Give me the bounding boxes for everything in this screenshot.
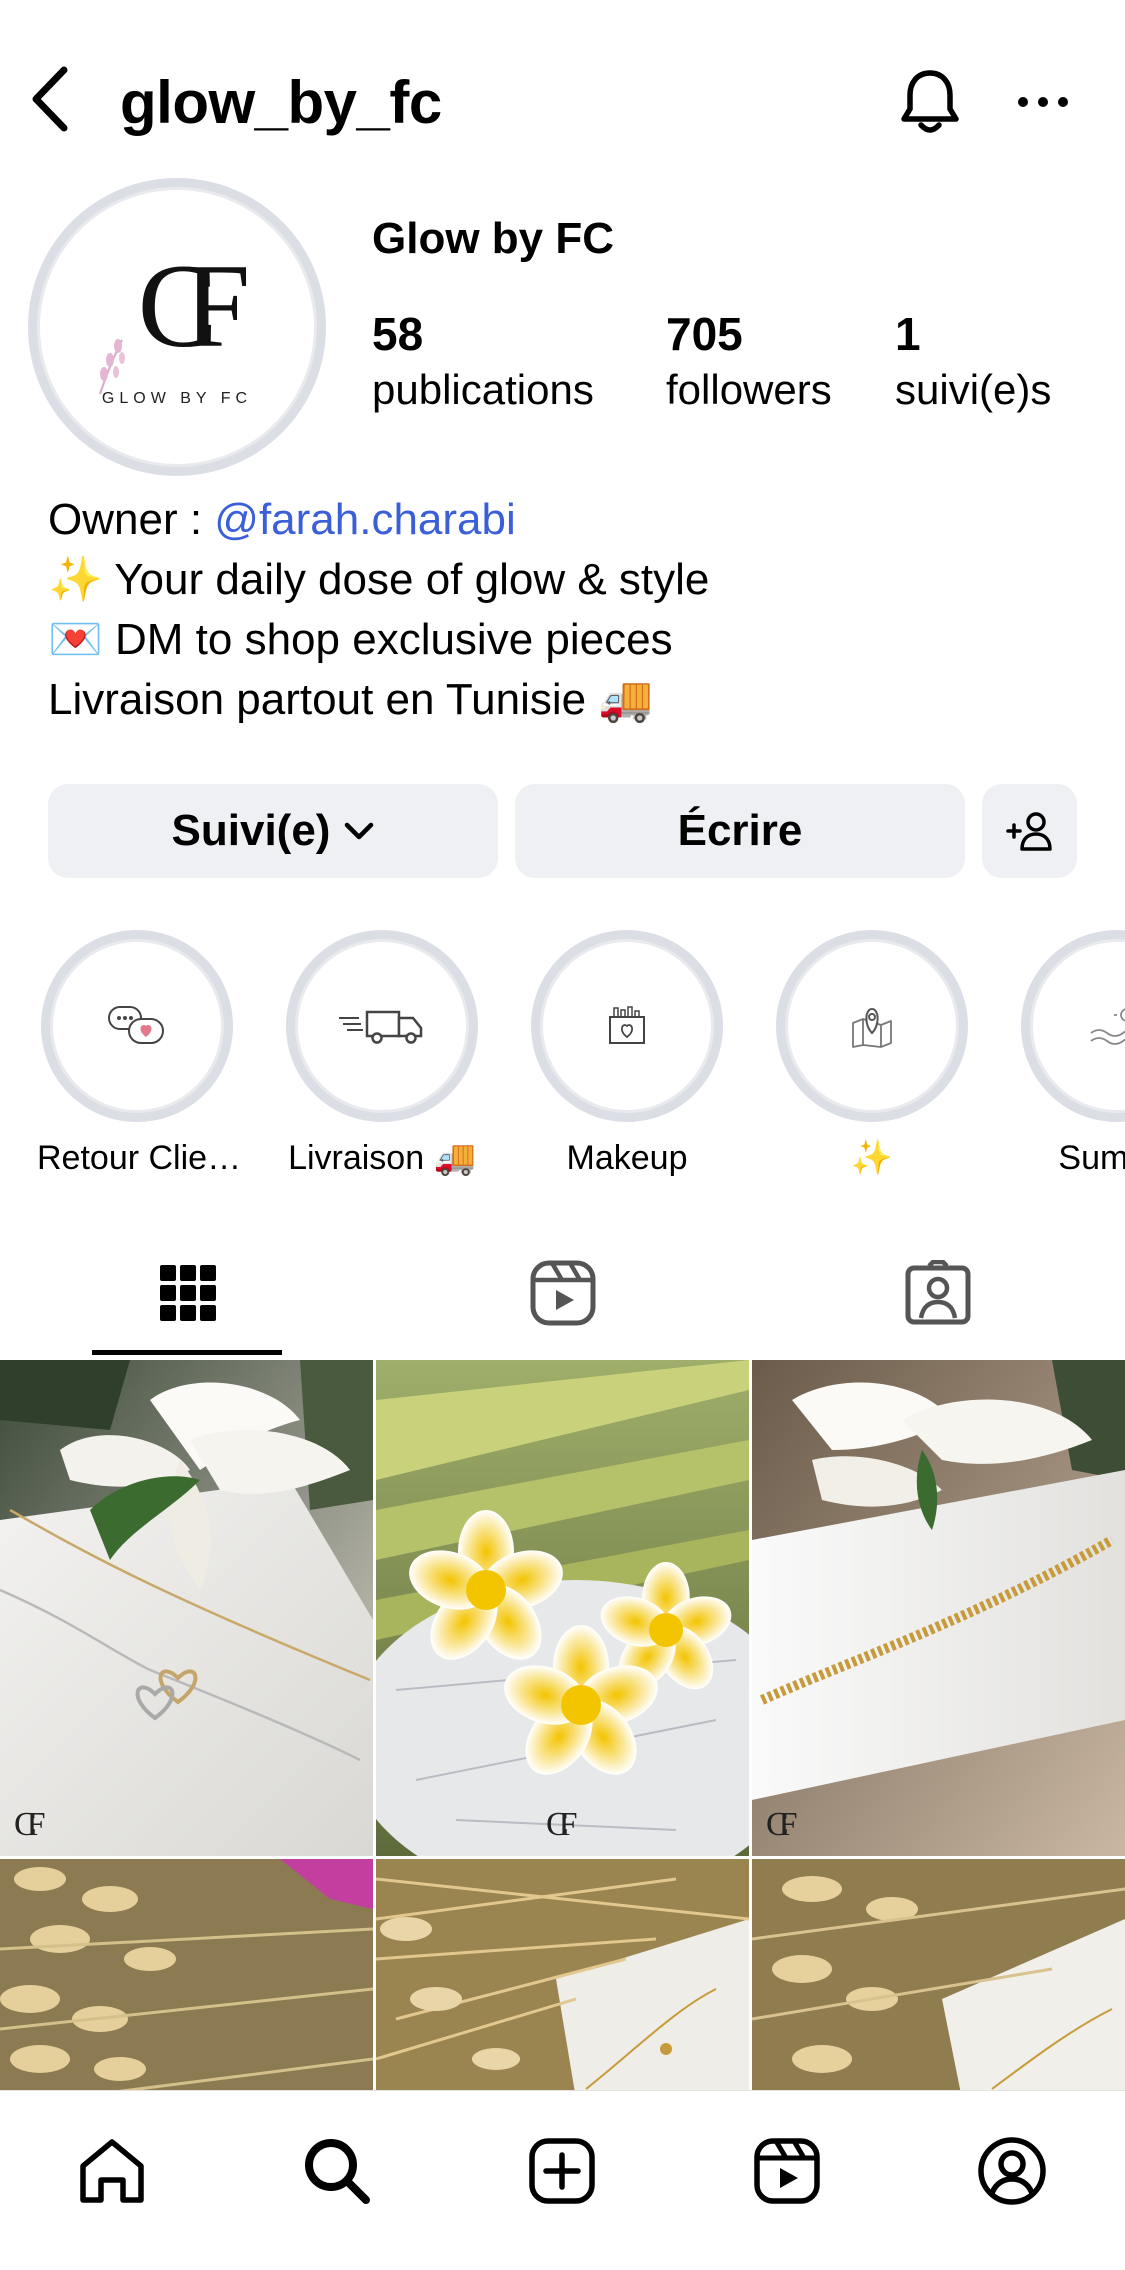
bio-line: 💌 DM to shop exclusive pieces [48, 615, 673, 664]
home-icon [80, 2139, 144, 2203]
followers-count: 705 [666, 308, 743, 360]
highlight-item[interactable]: ✨ [772, 930, 972, 1180]
avatar[interactable]: CF GLOW BY FC [28, 178, 326, 476]
nav-home[interactable] [52, 2121, 172, 2221]
avatar-monogram: CF [137, 239, 251, 372]
tagged-person-icon [905, 1260, 970, 1325]
post-thumbnail[interactable]: CF [0, 1360, 373, 1856]
profile-tabs [0, 1228, 1125, 1358]
back-arrow-icon [32, 66, 68, 132]
post-watermark: CF [14, 1806, 45, 1843]
post-thumbnail[interactable] [0, 1859, 373, 2090]
highlight-label: Livraison 🚚 [288, 1139, 476, 1177]
profile-icon [978, 2137, 1046, 2205]
post-watermark: CF [766, 1806, 797, 1843]
highlight-label: Retour Clie… [37, 1139, 242, 1177]
makeup-box-icon [609, 1006, 645, 1044]
chat-bubbles-heart-icon [108, 1006, 164, 1044]
avatar-brand-text: GLOW BY FC [101, 390, 253, 407]
post-image [0, 1360, 373, 1856]
add-person-icon [1005, 812, 1052, 851]
avatar-image: CF GLOW BY FC [37, 187, 317, 467]
grid-icon [159, 1265, 216, 1321]
post-watermark: CF [546, 1806, 577, 1843]
reels-icon [754, 2138, 820, 2204]
bio-owner-prefix: Owner : [48, 495, 215, 544]
post-image [376, 1360, 749, 1856]
bio-owner-line: Owner : @farah.charabi [48, 490, 709, 550]
highlight-item[interactable]: Summe [1017, 930, 1125, 1180]
chevron-down-icon [344, 821, 374, 841]
stat-following[interactable]: 1 suivi(e)s [895, 306, 1051, 418]
bio-line: ✨ Your daily dose of glow & style [48, 555, 710, 604]
tab-grid[interactable] [0, 1228, 375, 1358]
stat-posts[interactable]: 58 publications [372, 306, 594, 418]
top-bar: glow_by_fc [0, 0, 1125, 190]
following-button-label: Suivi(e) [171, 806, 331, 855]
search-icon [305, 2139, 370, 2204]
bell-icon [901, 70, 959, 133]
highlight-item[interactable]: Retour Clie… [37, 930, 242, 1180]
back-button[interactable] [18, 58, 82, 140]
ellipsis-icon [1018, 97, 1068, 107]
profile-display-name: Glow by FC [372, 214, 614, 263]
stat-followers[interactable]: 705 followers [666, 306, 832, 418]
following-count: 1 [895, 308, 921, 360]
nav-reels[interactable] [727, 2121, 847, 2221]
map-pin-icon [852, 1007, 892, 1048]
post-image [752, 1859, 1125, 2090]
tab-tagged[interactable] [750, 1228, 1125, 1358]
following-label: suivi(e)s [895, 366, 1052, 413]
post-image [752, 1360, 1125, 1856]
post-thumbnail[interactable]: CF [752, 1360, 1125, 1856]
bio-line: Livraison partout en Tunisie 🚚 [48, 675, 654, 724]
highlight-label: Summe [1058, 1139, 1125, 1177]
message-button[interactable]: Écrire [515, 784, 965, 878]
highlight-label: ✨ [850, 1139, 894, 1177]
sun-waves-icon [1090, 1008, 1125, 1045]
posts-label: publications [372, 366, 594, 413]
bottom-navigation [0, 2090, 1125, 2270]
highlight-label: Makeup [566, 1139, 688, 1177]
more-options-button[interactable] [1005, 70, 1081, 134]
profile-bio: Owner : @farah.charabi ✨ Your daily dose… [48, 490, 709, 730]
post-image [376, 1859, 749, 2090]
profile-username: glow_by_fc [120, 69, 442, 136]
message-button-label: Écrire [677, 806, 803, 855]
story-highlights: Retour Clie… Livraison 🚚 Makeup ✨ Sum [0, 930, 1125, 1190]
nav-profile[interactable] [952, 2121, 1072, 2221]
post-thumbnail[interactable]: CF [376, 1360, 749, 1856]
highlight-item[interactable]: Makeup [527, 930, 727, 1180]
post-thumbnail[interactable] [376, 1859, 749, 2090]
tab-reels[interactable] [375, 1228, 750, 1358]
owner-mention-link[interactable]: @farah.charabi [214, 495, 516, 544]
post-thumbnail[interactable] [752, 1859, 1125, 2090]
posts-count: 58 [372, 308, 424, 360]
followers-label: followers [666, 366, 832, 413]
nav-create[interactable] [502, 2121, 622, 2221]
create-plus-icon [529, 2138, 595, 2204]
post-image [0, 1859, 373, 2090]
profile-screen: glow_by_fc CF GLOW BY FC Glow by FC 58 p… [0, 0, 1125, 2270]
posts-grid: CF CF CF [0, 1360, 1125, 2090]
reels-icon [530, 1260, 595, 1326]
nav-search[interactable] [277, 2121, 397, 2221]
delivery-truck-icon [339, 1010, 423, 1044]
highlight-item[interactable]: Livraison 🚚 [282, 930, 482, 1180]
notifications-button[interactable] [890, 60, 970, 144]
following-button[interactable]: Suivi(e) [48, 784, 498, 878]
suggested-accounts-button[interactable] [982, 784, 1077, 878]
active-tab-indicator [92, 1350, 282, 1355]
